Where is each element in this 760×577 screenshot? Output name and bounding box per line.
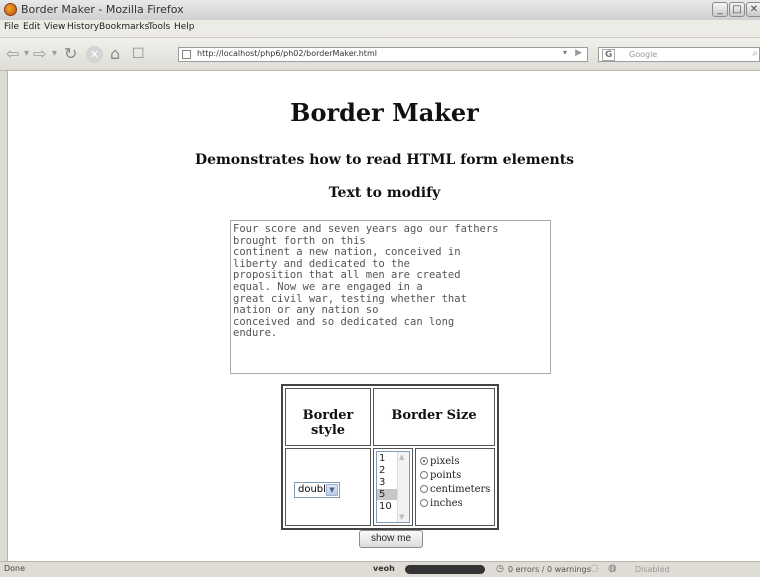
radio-inches[interactable] — [420, 499, 428, 507]
border-size-listbox[interactable]: 1 2 3 5 10 ▲ ▼ — [376, 451, 410, 523]
unit-option-inches[interactable]: inches — [420, 498, 463, 509]
text-to-modify-area[interactable]: Four score and seven years ago our fathe… — [230, 220, 551, 374]
unit-label-inches: inches — [430, 498, 463, 509]
browser-window: Border Maker - Mozilla Firefox _ □ ✕ Fil… — [0, 0, 760, 577]
page-icon — [182, 50, 191, 59]
address-bar[interactable]: http://localhost/php6/ph02/borderMaker.h… — [178, 47, 588, 62]
border-size-cell: 1 2 3 5 10 ▲ ▼ — [373, 448, 413, 526]
page-title: Border Maker — [290, 98, 479, 127]
scroll-up-icon[interactable]: ▲ — [399, 453, 404, 461]
size-option-5[interactable]: 5 — [377, 489, 399, 500]
media-player-bar[interactable] — [405, 565, 485, 574]
url-text[interactable]: http://localhost/php6/ph02/borderMaker.h… — [197, 49, 377, 58]
size-option-1[interactable]: 1 — [379, 453, 385, 464]
addon-icon-2[interactable]: ◍ — [608, 563, 617, 574]
search-icon[interactable]: ⌕ — [752, 48, 758, 59]
menu-edit[interactable]: Edit — [23, 22, 40, 32]
firefox-icon — [4, 3, 17, 16]
menu-tools[interactable]: Tools — [148, 22, 170, 32]
back-dropdown-icon[interactable]: ▾ — [24, 45, 29, 63]
border-style-header-cell: Border style — [285, 388, 371, 446]
unit-label-pixels: pixels — [430, 456, 460, 467]
listbox-scrollbar[interactable]: ▲ ▼ — [397, 452, 409, 522]
page-subtitle: Demonstrates how to read HTML form eleme… — [194, 152, 575, 168]
forward-dropdown-icon[interactable]: ▾ — [52, 45, 57, 63]
menu-file[interactable]: File — [4, 22, 19, 32]
search-placeholder[interactable]: Google — [629, 50, 657, 59]
status-text: Done — [4, 564, 26, 573]
close-button[interactable]: ✕ — [746, 2, 760, 17]
radio-points[interactable] — [420, 471, 428, 479]
search-box[interactable]: G Google ⌕ — [598, 47, 760, 62]
scroll-down-icon[interactable]: ▼ — [399, 513, 404, 521]
go-arrow-icon[interactable]: ▶ — [575, 48, 582, 58]
show-me-button[interactable]: show me — [359, 530, 423, 548]
radio-centimeters[interactable] — [420, 485, 428, 493]
media-addon-label[interactable]: veoh — [373, 564, 395, 573]
reload-icon[interactable]: ↻ — [64, 45, 77, 63]
search-engine-icon[interactable]: G — [602, 49, 616, 61]
validator-icon[interactable]: ◷ — [496, 564, 504, 574]
border-unit-cell: pixels points centimeters inches — [415, 448, 495, 526]
unit-option-pixels[interactable]: pixels — [420, 456, 460, 467]
maximize-button[interactable]: □ — [729, 2, 745, 17]
menu-bookmarks[interactable]: Bookmarks — [99, 22, 149, 32]
validator-status[interactable]: 0 errors / 0 warnings — [508, 565, 591, 574]
stop-icon[interactable]: ✕ — [86, 46, 103, 63]
status-bar: Done veoh ◷ 0 errors / 0 warnings ◌ ◍ Di… — [0, 561, 760, 577]
bookmark-page-icon[interactable]: ☐ — [132, 45, 145, 63]
menu-view[interactable]: View — [44, 22, 65, 32]
page-content: Border Maker Demonstrates how to read HT… — [7, 71, 760, 561]
back-arrow-icon[interactable]: ⇦ — [6, 45, 19, 63]
unit-label-points: points — [430, 470, 462, 481]
size-option-10[interactable]: 10 — [379, 501, 392, 512]
menu-history[interactable]: History — [67, 22, 99, 32]
border-style-cell: double ▼ — [285, 448, 371, 526]
chevron-down-icon[interactable]: ▼ — [326, 484, 338, 496]
unit-option-centimeters[interactable]: centimeters — [420, 484, 490, 495]
unit-option-points[interactable]: points — [420, 470, 461, 481]
minimize-button[interactable]: _ — [712, 2, 728, 17]
border-size-header-cell: Border Size — [373, 388, 495, 446]
menu-help[interactable]: Help — [174, 22, 195, 32]
border-size-header: Border Size — [391, 408, 477, 423]
addon-icon[interactable]: ◌ — [590, 563, 599, 574]
navigation-toolbar: ⇦ ▾ ⇨ ▾ ↻ ✕ ⌂ ☐ http://localhost/php6/ph… — [0, 38, 760, 71]
border-style-header: Border style — [302, 408, 354, 438]
size-option-3[interactable]: 3 — [379, 477, 385, 488]
border-style-select[interactable]: double ▼ — [294, 482, 340, 498]
text-heading: Text to modify — [328, 185, 441, 201]
disabled-label: Disabled — [635, 565, 670, 574]
size-option-2[interactable]: 2 — [379, 465, 385, 476]
radio-pixels[interactable] — [420, 457, 428, 465]
history-dropdown-icon[interactable]: ▾ — [563, 48, 567, 57]
window-title: Border Maker - Mozilla Firefox — [21, 3, 184, 16]
controls-table: Border style Border Size double ▼ 1 2 3 … — [281, 384, 499, 530]
home-icon[interactable]: ⌂ — [110, 45, 120, 63]
menu-bar: File Edit View History Bookmarks Tools H… — [0, 20, 760, 38]
title-bar: Border Maker - Mozilla Firefox _ □ ✕ — [0, 0, 760, 21]
forward-arrow-icon[interactable]: ⇨ — [33, 45, 46, 63]
unit-label-centimeters: centimeters — [430, 484, 491, 495]
